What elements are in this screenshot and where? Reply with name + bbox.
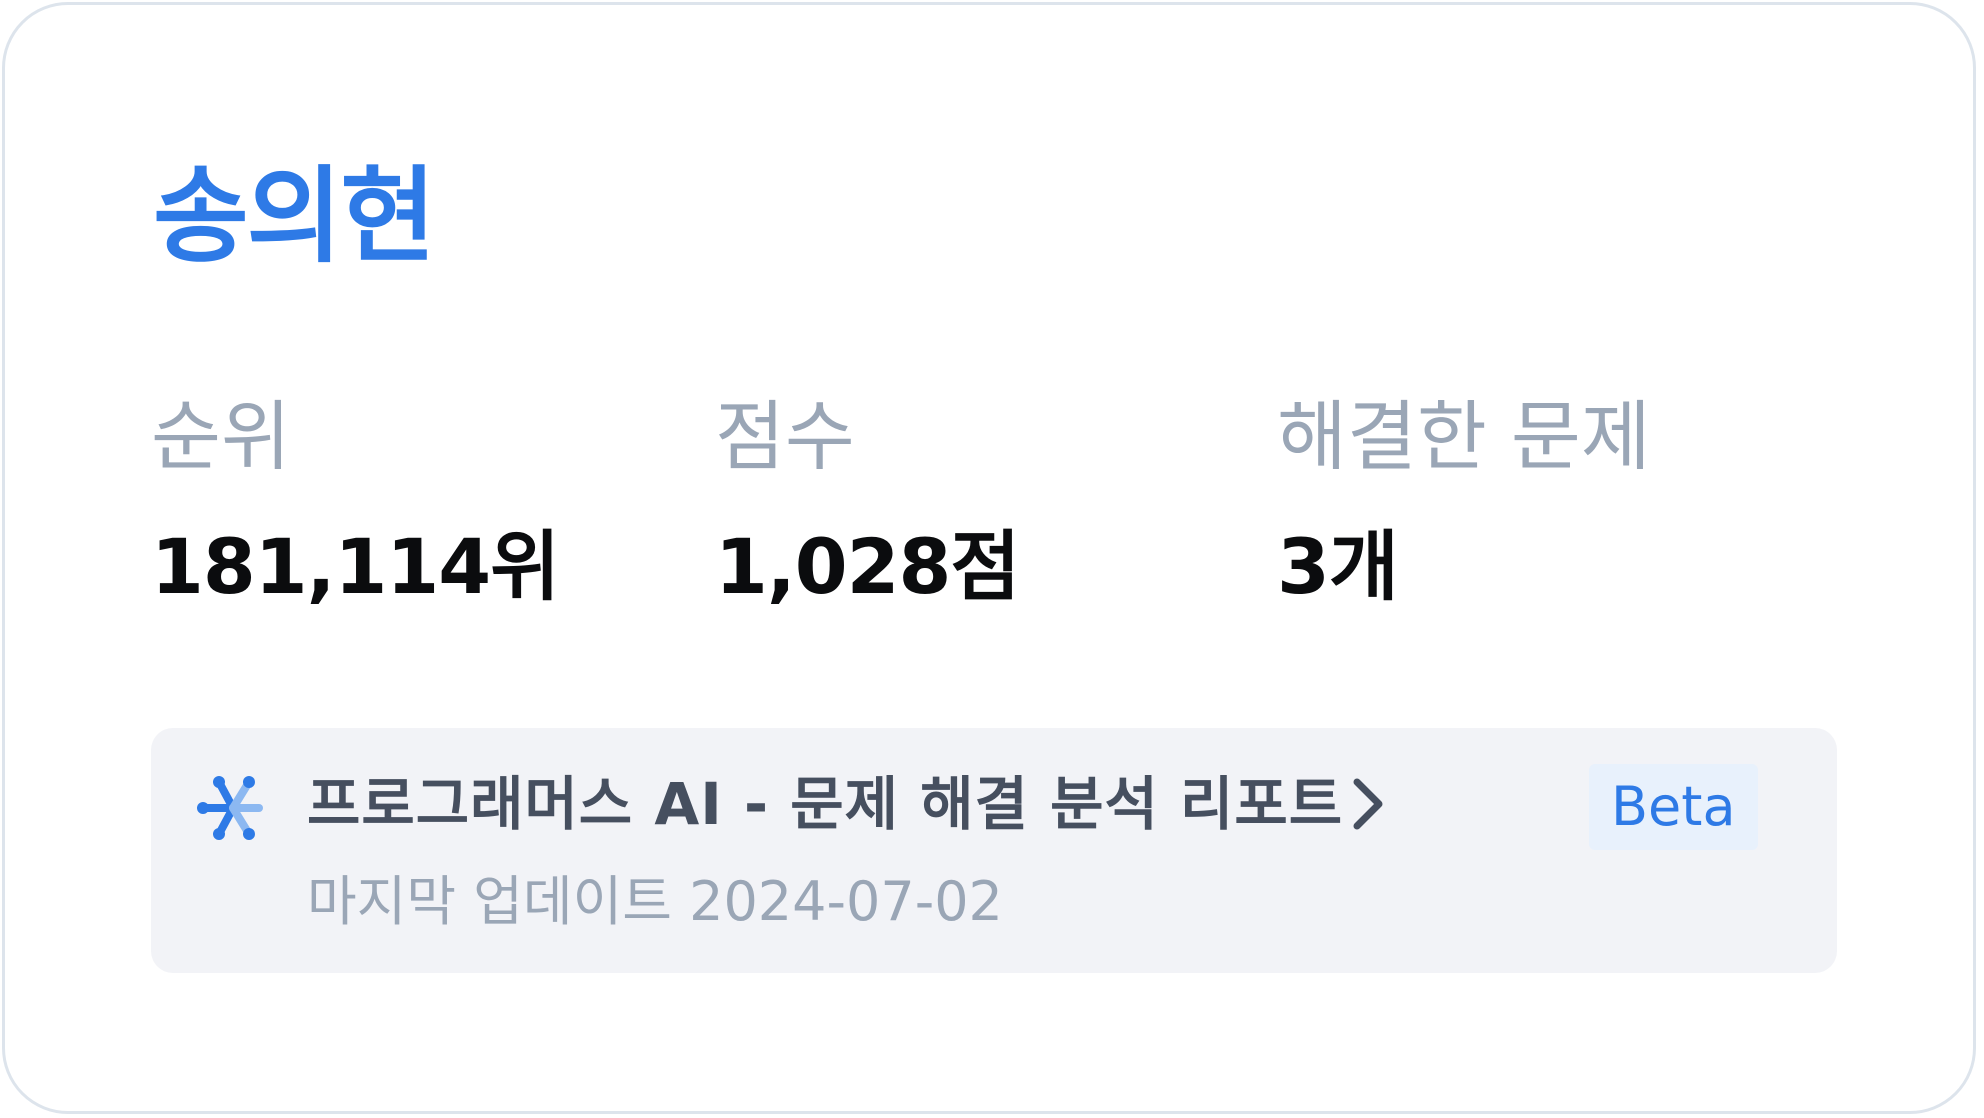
beta-badge: Beta bbox=[1589, 764, 1758, 850]
stat-score: 점수 1,028점 bbox=[715, 392, 1020, 612]
profile-card: 송의현 순위 181,114위 점수 1,028점 해결한 문제 3개 프로그래… bbox=[2, 2, 1976, 1114]
stat-solved-label: 해결한 문제 bbox=[1277, 392, 1651, 481]
stat-solved: 해결한 문제 3개 bbox=[1277, 393, 1651, 611]
report-title-row[interactable]: 프로그래머스 AI - 문제 해결 분석 리포트 bbox=[307, 768, 1385, 841]
stat-score-value: 1,028점 bbox=[715, 522, 1020, 612]
last-updated-text: 마지막 업데이트 2024-07-02 bbox=[307, 870, 1003, 933]
page: 송의현 순위 181,114위 점수 1,028점 해결한 문제 3개 프로그래… bbox=[0, 0, 1984, 1118]
chevron-right-icon bbox=[1353, 778, 1383, 830]
ai-sparkle-icon bbox=[197, 776, 263, 840]
stat-rank-label: 순위 bbox=[151, 392, 291, 481]
ai-report-link[interactable]: 프로그래머스 AI - 문제 해결 분석 리포트 Beta 마지막 업데이트 2… bbox=[151, 728, 1837, 973]
stat-solved-value: 3개 bbox=[1277, 522, 1399, 612]
user-name: 송의현 bbox=[153, 155, 436, 277]
report-title: 프로그래머스 AI - 문제 해결 분석 리포트 bbox=[307, 770, 1344, 838]
stat-rank-value: 181,114위 bbox=[151, 522, 560, 612]
stat-score-label: 점수 bbox=[715, 392, 855, 481]
stat-rank: 순위 181,114위 bbox=[151, 392, 560, 612]
